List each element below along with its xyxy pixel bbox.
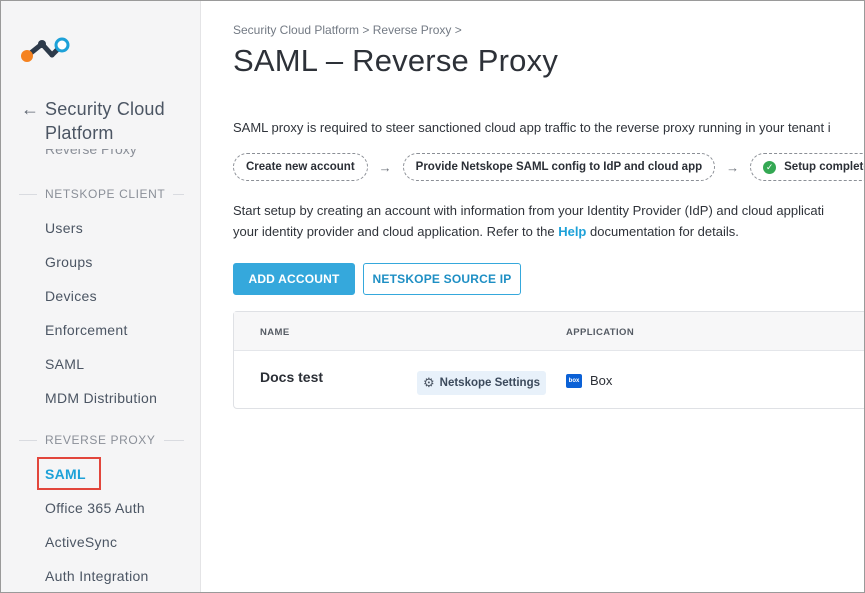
section-label: REVERSE PROXY <box>45 433 156 447</box>
sidebar-item-mdm-distribution[interactable]: MDM Distribution <box>45 390 157 406</box>
sidebar-title: Security Cloud Platform <box>45 99 165 143</box>
page-description: SAML proxy is required to steer sanction… <box>233 120 831 135</box>
add-account-button[interactable]: ADD ACCOUNT <box>233 263 355 295</box>
step-label: Create new account <box>246 161 355 173</box>
step-label: Provide Netskope SAML config to IdP and … <box>415 161 703 173</box>
section-label: NETSKOPE CLIENT <box>45 187 166 201</box>
application-cell: box Box <box>566 373 612 388</box>
divider <box>19 439 37 441</box>
arrow-right-icon: → <box>378 159 392 175</box>
sidebar-item-users[interactable]: Users <box>45 220 83 236</box>
step-create-account: Create new account <box>233 153 368 181</box>
column-header-application[interactable]: APPLICATION <box>566 327 634 338</box>
arrow-right-icon: → <box>726 159 740 175</box>
netskope-settings-button[interactable]: ⚙ Netskope Settings <box>417 371 546 395</box>
app-window: ← Security Cloud Platform Reverse Proxy … <box>0 0 865 593</box>
application-name: Box <box>590 373 613 388</box>
step-label: Setup complete <box>784 161 865 173</box>
sidebar-item-saml-client[interactable]: SAML <box>45 356 84 372</box>
setup-steps: Create new account → Provide Netskope SA… <box>233 153 865 181</box>
checkmark-icon: ✓ <box>763 160 777 174</box>
highlight-annotation <box>37 457 101 490</box>
page-title: SAML – Reverse Proxy <box>233 43 559 78</box>
sidebar-item-devices[interactable]: Devices <box>45 288 97 304</box>
step-provide-config: Provide Netskope SAML config to IdP and … <box>402 153 716 181</box>
setup-text-line1: Start setup by creating an account with … <box>233 203 825 218</box>
netskope-source-ip-button[interactable]: NETSKOPE SOURCE IP <box>363 263 521 295</box>
sidebar-item-groups[interactable]: Groups <box>45 254 93 270</box>
setup-text-suffix: documentation for details. <box>586 224 739 239</box>
sidebar-item-office-365-auth[interactable]: Office 365 Auth <box>45 500 145 516</box>
setup-text-prefix: your identity provider and cloud applica… <box>233 224 559 239</box>
divider <box>163 439 184 441</box>
step-setup-complete: ✓ Setup complete <box>750 153 865 181</box>
netskope-logo <box>21 37 70 62</box>
divider <box>19 193 37 195</box>
accounts-table: NAME APPLICATION Docs test ⚙ Netskope Se… <box>233 311 864 409</box>
sidebar-item-reverse-proxy[interactable]: Reverse Proxy <box>45 149 165 159</box>
main-content: Security Cloud Platform > Reverse Proxy … <box>201 1 865 592</box>
back-arrow-icon[interactable]: ← <box>21 99 39 120</box>
setup-instructions: Start setup by creating an account with … <box>233 200 824 242</box>
sidebar-item-activesync[interactable]: ActiveSync <box>45 534 117 550</box>
section-reverse-proxy: REVERSE PROXY <box>19 433 184 447</box>
help-link[interactable]: Help <box>558 224 586 239</box>
section-netskope-client: NETSKOPE CLIENT <box>19 187 184 201</box>
sidebar-item-auth-integration[interactable]: Auth Integration <box>45 568 149 584</box>
breadcrumb: Security Cloud Platform > Reverse Proxy … <box>233 23 462 37</box>
table-header: NAME APPLICATION <box>234 312 864 351</box>
divider <box>173 193 184 195</box>
column-header-name[interactable]: NAME <box>260 327 290 338</box>
setup-text-line2: your identity provider and cloud applica… <box>233 221 824 242</box>
sidebar: ← Security Cloud Platform Reverse Proxy … <box>1 1 201 592</box>
box-app-icon: box <box>566 373 582 388</box>
gear-icon: ⚙ <box>423 375 435 390</box>
sidebar-item-enforcement[interactable]: Enforcement <box>45 322 128 338</box>
account-name[interactable]: Docs test <box>260 369 323 385</box>
settings-label: Netskope Settings <box>439 377 540 389</box>
